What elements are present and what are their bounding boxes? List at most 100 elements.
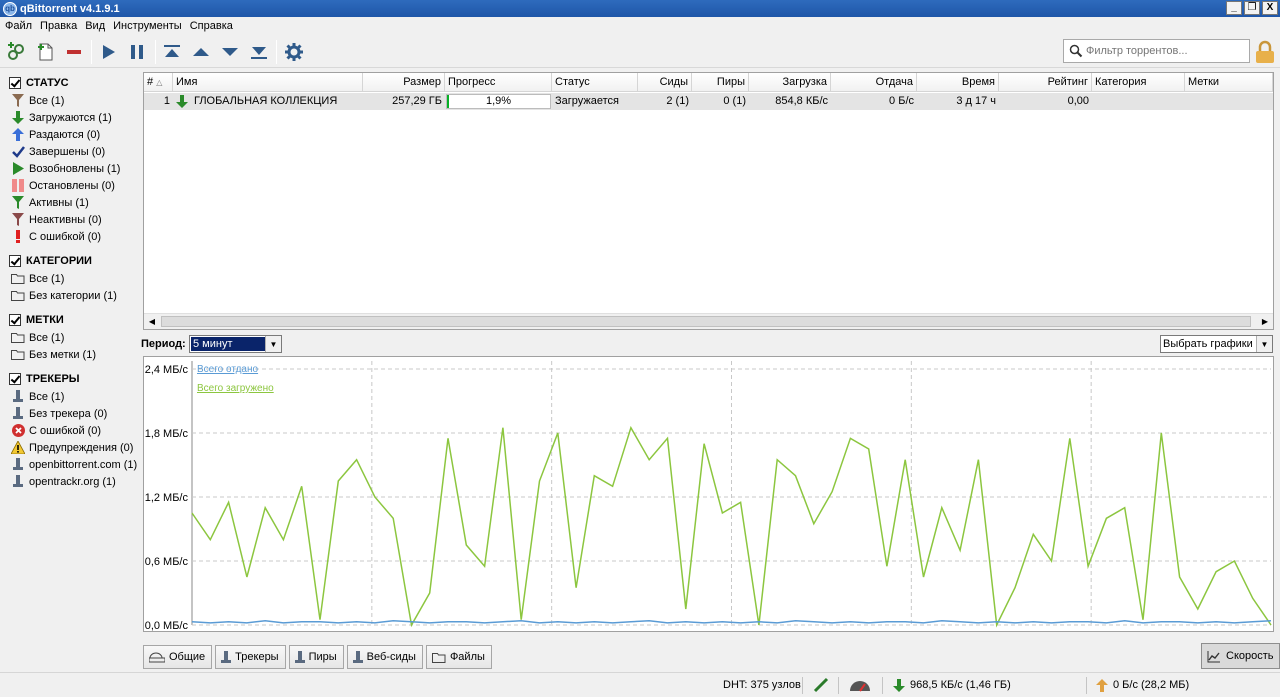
status-inactive[interactable]: Неактивны (0) — [6, 211, 140, 228]
pause-button[interactable] — [124, 39, 150, 65]
tracker-error[interactable]: С ошибкой (0) — [6, 422, 140, 439]
category-all[interactable]: Все (1) — [6, 270, 140, 287]
filter-box — [1063, 39, 1250, 63]
column-number[interactable]: # △ — [144, 73, 173, 92]
tag-untagged[interactable]: Без метки (1) — [6, 346, 140, 363]
window-title: qBittorrent v4.1.9.1 — [20, 2, 120, 15]
row-number: 1 — [163, 95, 170, 107]
status-errored[interactable]: С ошибкой (0) — [6, 228, 140, 245]
add-torrent-link-button[interactable] — [3, 39, 29, 65]
select-graphs-dropdown[interactable]: Выбрать графики ▼ — [1160, 335, 1273, 353]
period-dropdown[interactable]: 5 минут ▼ — [189, 335, 282, 353]
dht-status: DHT: 375 узлов — [723, 679, 801, 691]
resume-button[interactable] — [95, 39, 121, 65]
title-bar: qb qBittorrent v4.1.9.1 _ ❐ X — [0, 0, 1280, 17]
move-bottom-icon — [251, 47, 267, 59]
tracker-trackerless[interactable]: Без трекера (0) — [6, 405, 140, 422]
categories-header[interactable]: КАТЕГОРИИ — [6, 252, 140, 270]
upload-speed-status[interactable]: 0 Б/с (28,2 МБ) — [1096, 673, 1189, 697]
column-download-speed[interactable]: Загрузка — [749, 73, 831, 92]
column-status[interactable]: Статус — [552, 73, 638, 92]
row-category — [1092, 93, 1185, 110]
column-upload-speed[interactable]: Отдача — [831, 73, 917, 92]
horizontal-scrollbar[interactable]: ◀ ▶ — [144, 313, 1273, 329]
column-size[interactable]: Размер — [363, 73, 445, 92]
warning-icon — [11, 441, 25, 454]
minimize-button[interactable]: _ — [1226, 1, 1242, 15]
remove-torrent-button[interactable] — [61, 39, 87, 65]
menu-tools[interactable]: Инструменты — [110, 20, 185, 32]
chart-icon — [1207, 650, 1220, 662]
scrollbar-thumb[interactable] — [161, 316, 1251, 327]
tags-checkbox[interactable] — [9, 314, 21, 326]
tracker-warning[interactable]: Предупреждения (0) — [6, 439, 140, 456]
y-tick-label: 0,0 МБ/с — [145, 620, 189, 631]
status-checkbox[interactable] — [9, 77, 21, 89]
status-completed[interactable]: Завершены (0) — [6, 143, 140, 160]
category-uncategorized[interactable]: Без категории (1) — [6, 287, 140, 304]
tracker-opentrackr[interactable]: opentrackr.org (1) — [6, 473, 140, 490]
tab-web-seeds[interactable]: Веб-сиды — [346, 645, 423, 669]
options-button[interactable] — [281, 39, 307, 65]
download-speed-status[interactable]: 968,5 КБ/с (1,46 ГБ) — [893, 673, 1011, 697]
move-down-button[interactable] — [217, 39, 243, 65]
add-torrent-file-button[interactable] — [32, 39, 58, 65]
tab-files[interactable]: Файлы — [425, 645, 492, 669]
categories-checkbox[interactable] — [9, 255, 21, 267]
torrent-table: # △ Имя Размер Прогресс Статус Сиды Пиры… — [143, 72, 1274, 330]
status-paused[interactable]: Остановлены (0) — [6, 177, 140, 194]
move-up-button[interactable] — [188, 39, 214, 65]
row-progress-bar: 1,9% — [446, 94, 551, 109]
pause-icon — [131, 45, 143, 59]
tab-trackers[interactable]: Трекеры — [215, 645, 286, 669]
status-bar: DHT: 375 узлов 968,5 КБ/с (1,46 ГБ) 0 Б/… — [0, 672, 1280, 697]
tab-general[interactable]: Общие — [143, 645, 213, 669]
menu-file[interactable]: Файл — [2, 20, 35, 32]
speed-limit-icon[interactable] — [849, 673, 871, 697]
tracker-icon — [13, 390, 23, 402]
column-eta[interactable]: Время — [917, 73, 999, 92]
pause-icon — [12, 179, 24, 192]
tags-header[interactable]: МЕТКИ — [6, 311, 140, 329]
menu-view[interactable]: Вид — [82, 20, 108, 32]
chevron-down-icon: ▼ — [265, 336, 281, 352]
status-all[interactable]: Все (1) — [6, 92, 140, 109]
column-peers[interactable]: Пиры — [692, 73, 749, 92]
y-tick-label: 1,8 МБ/с — [145, 428, 189, 440]
column-name[interactable]: Имя — [173, 73, 363, 92]
connection-status-icon[interactable] — [813, 673, 829, 697]
restore-button[interactable]: ❐ — [1244, 1, 1260, 15]
trackers-checkbox[interactable] — [9, 373, 21, 385]
filter-torrents-input[interactable] — [1086, 45, 1246, 57]
scroll-right-icon[interactable]: ▶ — [1257, 314, 1273, 329]
column-tags[interactable]: Метки — [1185, 73, 1273, 92]
tracker-all[interactable]: Все (1) — [6, 388, 140, 405]
move-bottom-button[interactable] — [246, 39, 272, 65]
folder-icon — [11, 291, 25, 301]
tab-speed[interactable]: Скорость — [1201, 643, 1280, 669]
move-top-button[interactable] — [159, 39, 185, 65]
tab-peers[interactable]: Пиры — [288, 645, 344, 669]
close-button[interactable]: X — [1262, 1, 1278, 15]
lock-icon[interactable] — [1254, 40, 1276, 64]
trackers-header[interactable]: ТРЕКЕРЫ — [6, 370, 140, 388]
folder-icon — [11, 350, 25, 360]
tracker-openbittorrent[interactable]: openbittorrent.com (1) — [6, 456, 140, 473]
status-downloading[interactable]: Загружаются (1) — [6, 109, 140, 126]
status-header[interactable]: СТАТУС — [6, 74, 140, 92]
column-seeds[interactable]: Сиды — [638, 73, 692, 92]
table-row[interactable]: 1 ГЛОБАЛЬНАЯ КОЛЛЕКЦИЯ 257,29 ГБ 1,9% За… — [144, 93, 1273, 110]
menu-edit[interactable]: Правка — [37, 20, 80, 32]
status-resumed[interactable]: Возобновлены (1) — [6, 160, 140, 177]
column-category[interactable]: Категория — [1092, 73, 1185, 92]
status-active[interactable]: Активны (1) — [6, 194, 140, 211]
row-tags — [1185, 93, 1273, 110]
status-seeding[interactable]: Раздаются (0) — [6, 126, 140, 143]
scroll-left-icon[interactable]: ◀ — [144, 314, 160, 329]
tag-all[interactable]: Все (1) — [6, 329, 140, 346]
column-progress[interactable]: Прогресс — [445, 73, 552, 92]
tracker-icon — [13, 458, 23, 470]
menu-help[interactable]: Справка — [187, 20, 236, 32]
column-ratio[interactable]: Рейтинг — [999, 73, 1092, 92]
row-size: 257,29 ГБ — [392, 95, 442, 107]
